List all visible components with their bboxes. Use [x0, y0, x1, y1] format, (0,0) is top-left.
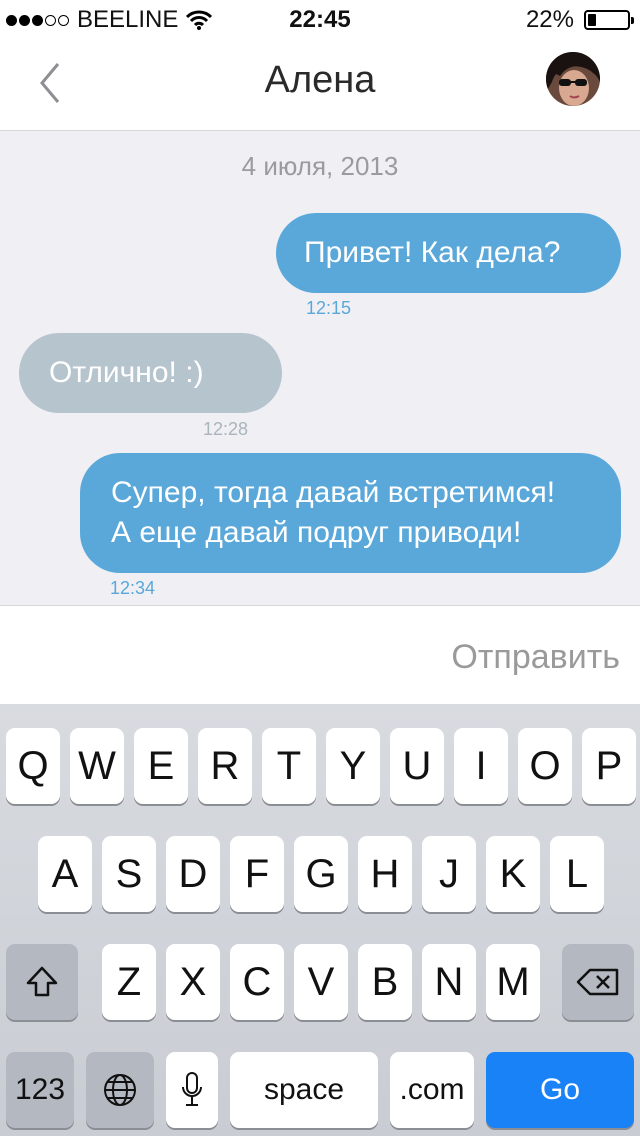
keyboard: Q W E R T Y U I O P A S D F G H J K L Z …: [0, 704, 640, 1136]
key-e[interactable]: E: [134, 728, 188, 804]
key-u[interactable]: U: [390, 728, 444, 804]
key-l[interactable]: L: [550, 836, 604, 912]
status-bar: BEELINE 22:45 22%: [0, 0, 640, 40]
key-p[interactable]: P: [582, 728, 636, 804]
key-g[interactable]: G: [294, 836, 348, 912]
message-text-line: Супер, тогда давай встретимся!: [111, 476, 556, 509]
key-f[interactable]: F: [230, 836, 284, 912]
backspace-key[interactable]: [562, 944, 634, 1020]
message-composer: Отправить: [0, 605, 640, 707]
message-text: Привет! Как дела?: [304, 236, 561, 269]
message-bubble-outgoing[interactable]: Супер, тогда давай встретимся! А еще дав…: [80, 453, 621, 573]
key-t[interactable]: T: [262, 728, 316, 804]
key-j[interactable]: J: [422, 836, 476, 912]
shift-icon: [26, 966, 58, 997]
backspace-icon: [576, 968, 619, 996]
shift-key[interactable]: [6, 944, 78, 1020]
microphone-icon: [182, 1072, 202, 1106]
key-c[interactable]: C: [230, 944, 284, 1020]
key-r[interactable]: R: [198, 728, 252, 804]
send-button[interactable]: Отправить: [451, 638, 620, 677]
navigation-bar: Алена: [0, 40, 640, 131]
key-q[interactable]: Q: [6, 728, 60, 804]
battery-percent: 22%: [525, 6, 574, 33]
message-time: 12:28: [203, 419, 249, 439]
dotcom-key[interactable]: .com: [390, 1052, 474, 1128]
avatar-image: [546, 52, 600, 106]
go-key[interactable]: Go: [486, 1052, 634, 1128]
key-m[interactable]: M: [486, 944, 540, 1020]
key-h[interactable]: H: [358, 836, 412, 912]
key-s[interactable]: S: [102, 836, 156, 912]
message-text: Отлично! :): [49, 356, 204, 389]
message-input[interactable]: [20, 606, 424, 707]
key-b[interactable]: B: [358, 944, 412, 1020]
microphone-key[interactable]: [166, 1052, 218, 1128]
key-x[interactable]: X: [166, 944, 220, 1020]
key-w[interactable]: W: [70, 728, 124, 804]
page-title: Алена: [264, 59, 376, 101]
battery-icon: [584, 10, 634, 30]
key-z[interactable]: Z: [102, 944, 156, 1020]
globe-key[interactable]: [86, 1052, 154, 1128]
key-n[interactable]: N: [422, 944, 476, 1020]
key-i[interactable]: I: [454, 728, 508, 804]
numbers-key[interactable]: 123: [6, 1052, 74, 1128]
message-bubble-incoming[interactable]: Отлично! :): [19, 333, 282, 413]
key-k[interactable]: K: [486, 836, 540, 912]
contact-avatar[interactable]: [546, 52, 600, 106]
key-a[interactable]: A: [38, 836, 92, 912]
message-bubble-outgoing[interactable]: Привет! Как дела?: [276, 213, 621, 293]
key-y[interactable]: Y: [326, 728, 380, 804]
status-right: 22%: [525, 6, 634, 34]
message-thread[interactable]: 4 июля, 2013 Привет! Как дела? 12:15 Отл…: [0, 131, 640, 605]
globe-icon: [104, 1074, 136, 1106]
message-time: 12:34: [110, 578, 156, 598]
key-d[interactable]: D: [166, 836, 220, 912]
thread-date: 4 июля, 2013: [241, 151, 399, 181]
key-v[interactable]: V: [294, 944, 348, 1020]
message-time: 12:15: [306, 298, 352, 318]
message-text-line: А еще давай подруг приводи!: [111, 516, 522, 549]
space-key[interactable]: space: [230, 1052, 378, 1128]
key-o[interactable]: O: [518, 728, 572, 804]
